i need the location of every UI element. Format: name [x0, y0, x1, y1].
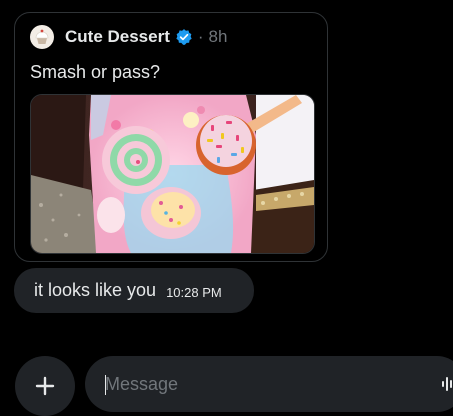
author-name[interactable]: Cute Dessert [65, 27, 170, 47]
message-text: it looks like you [34, 280, 157, 300]
post-image[interactable] [30, 94, 315, 254]
quoted-post-card[interactable]: Cute Dessert · 8h Smash or pass? [14, 12, 328, 262]
post-time[interactable]: 8h [209, 27, 228, 47]
message-timestamp: 10:28 PM [166, 285, 222, 300]
voice-waveform-icon[interactable] [442, 376, 453, 397]
verified-badge-icon [175, 28, 193, 46]
cupcake-icon[interactable] [30, 25, 54, 49]
text-caret [105, 375, 106, 395]
add-attachment-button[interactable] [15, 356, 75, 416]
post-text: Smash or pass? [30, 62, 161, 82]
post-separator: · [197, 27, 204, 46]
post-header: Cute Dessert · 8h [30, 24, 227, 50]
message-input[interactable] [105, 372, 405, 396]
message-composer [85, 356, 453, 412]
message-bubble[interactable]: it looks like you 10:28 PM [14, 268, 254, 313]
plus-icon [35, 376, 55, 396]
